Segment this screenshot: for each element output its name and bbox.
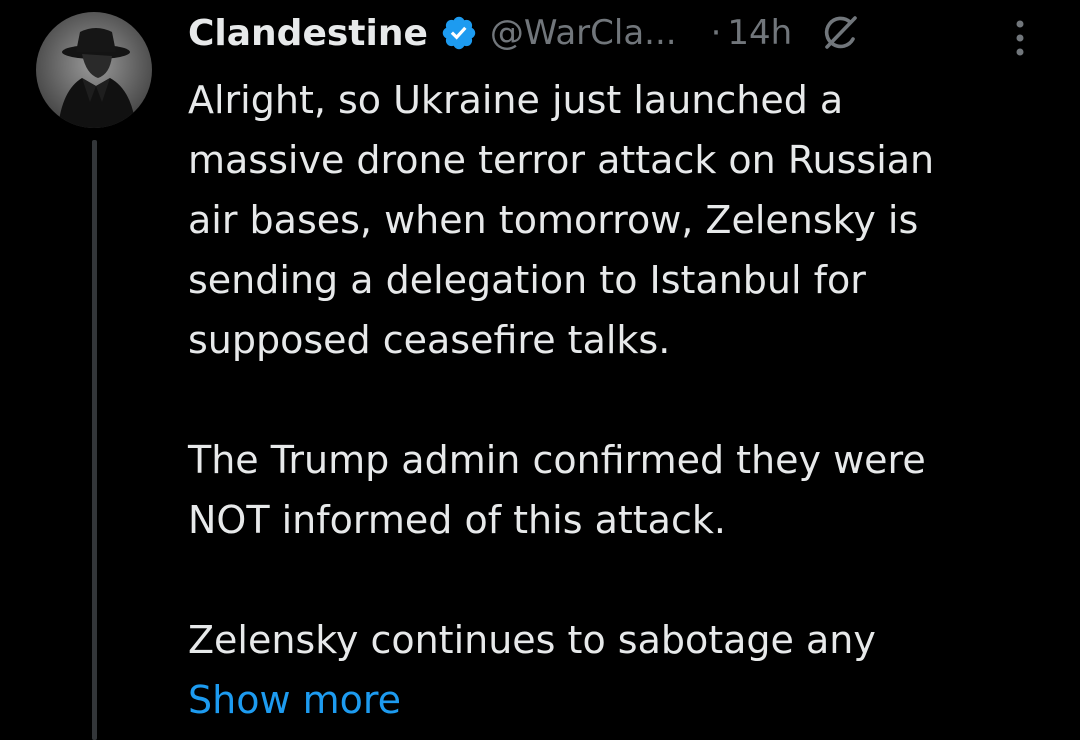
verified-badge-icon [440,14,478,52]
separator-dot: · [710,13,722,53]
thread-line [92,140,97,740]
tweet-paragraph-3: Zelensky continues to sabotage any [188,618,876,662]
more-options-icon[interactable] [1008,16,1032,60]
author-handle[interactable]: @WarCla... [490,13,677,53]
avatar[interactable] [36,12,152,128]
show-more-link[interactable]: Show more [188,670,401,730]
grok-icon[interactable] [820,13,860,53]
tweet-header: Clandestine @WarCla... · 14h [188,4,1048,62]
fedora-silhouette-icon [58,28,136,128]
tweet-paragraph-2: The Trump admin confirmed they were NOT … [188,438,926,542]
author-name[interactable]: Clandestine [188,13,428,54]
tweet-text: Alright, so Ukraine just launched a mass… [188,70,1068,730]
tweet-timestamp[interactable]: 14h [727,13,792,53]
tweet-paragraph-1: Alright, so Ukraine just launched a mass… [188,78,935,362]
